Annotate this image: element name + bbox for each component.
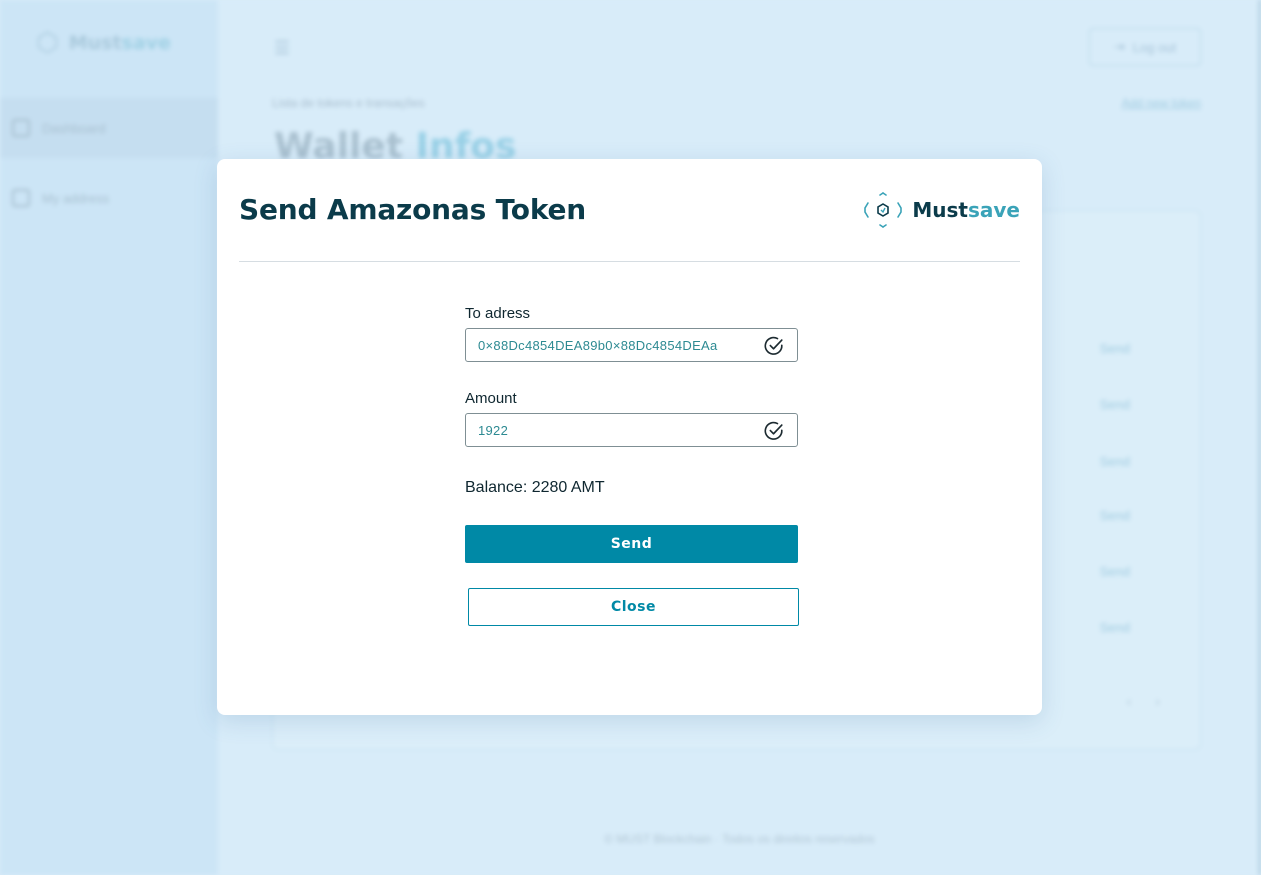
row-send-link[interactable]: Send — [1100, 341, 1130, 356]
logo-text-must: Must — [68, 32, 122, 54]
grid-icon — [12, 119, 30, 137]
amount-input[interactable] — [478, 422, 758, 438]
sidebar-item-my-address[interactable]: My address — [0, 168, 218, 228]
logout-label: Log out — [1132, 39, 1177, 55]
row-send-link[interactable]: Send — [1100, 397, 1130, 412]
row-send-link[interactable]: Send — [1100, 564, 1130, 579]
footer-text: © MUST Blockchain · Todos os direitos re… — [604, 832, 875, 846]
logout-button[interactable]: ⇥ Log out — [1089, 28, 1201, 66]
send-button[interactable]: Send — [465, 525, 798, 563]
sidebar-item-dashboard[interactable]: Dashboard — [0, 98, 218, 158]
close-button[interactable]: Close — [468, 588, 799, 626]
modal-logo: Mustsave — [862, 191, 1020, 229]
check-circle-icon — [764, 336, 783, 355]
menu-icon[interactable]: ☰ — [274, 38, 290, 59]
pagination: ‹ › — [1127, 693, 1160, 709]
hexagon-logo-icon — [864, 192, 903, 228]
sidebar: ⬡ Mustsave Dashboard My address — [0, 0, 218, 875]
amount-label: Amount — [465, 390, 517, 407]
balance-text: Balance: 2280 AMT — [465, 479, 605, 496]
to-address-input[interactable] — [478, 337, 758, 353]
page-subtitle: Lista de tokens e transações — [272, 96, 425, 110]
logo-text-save: save — [121, 32, 171, 54]
to-address-label: To adress — [465, 305, 531, 322]
pencil-icon — [12, 189, 30, 207]
add-token-link[interactable]: Add new token — [1122, 96, 1201, 110]
modal-divider — [239, 261, 1020, 262]
sidebar-logo: ⬡ Mustsave — [36, 28, 171, 58]
row-send-link[interactable]: Send — [1100, 454, 1130, 469]
check-circle-icon — [764, 421, 783, 440]
sidebar-item-label: Dashboard — [42, 120, 106, 136]
sidebar-item-label: My address — [42, 190, 110, 206]
chevron-right-icon[interactable]: › — [1155, 693, 1160, 709]
send-token-modal: Send Amazonas Token Mustsave To adress 0… — [217, 159, 1042, 715]
hexagon-logo-icon: ⬡ — [36, 28, 59, 58]
logout-icon: ⇥ — [1113, 39, 1125, 54]
logo-text-must: Must — [912, 198, 968, 222]
modal-title: Send Amazonas Token — [239, 193, 587, 226]
row-send-link[interactable]: Send — [1100, 508, 1130, 523]
logo-text-save: save — [967, 198, 1020, 222]
send-form: To adress Amount Balance: 2280 AMT Send … — [465, 305, 799, 626]
to-address-field — [465, 328, 798, 362]
chevron-left-icon[interactable]: ‹ — [1127, 693, 1132, 709]
amount-field — [465, 413, 798, 447]
row-send-link[interactable]: Send — [1100, 620, 1130, 635]
